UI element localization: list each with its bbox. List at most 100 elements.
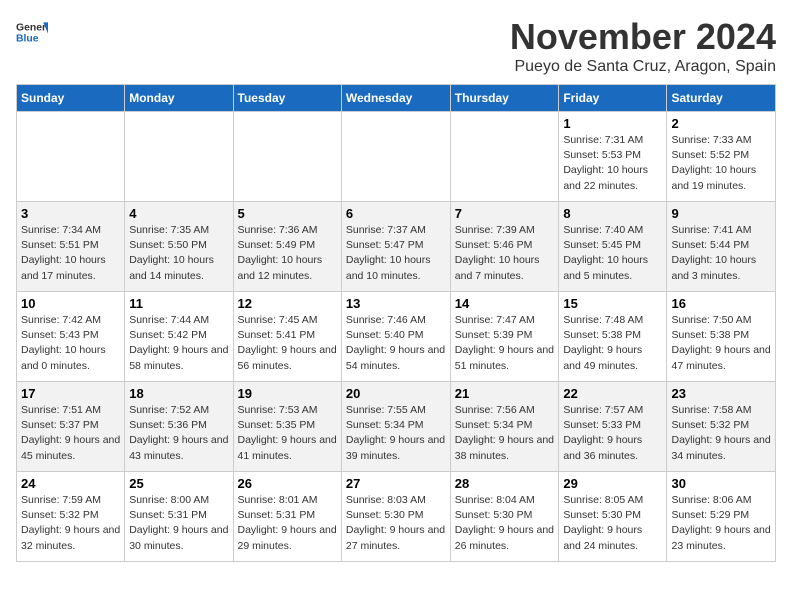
day-number: 11 xyxy=(129,296,228,311)
day-number: 30 xyxy=(671,476,771,491)
cell-3-7: 16 Sunrise: 7:50 AM Sunset: 5:38 PM Dayli… xyxy=(667,292,776,382)
cell-detail: Sunrise: 8:04 AM Sunset: 5:30 PM Dayligh… xyxy=(455,493,555,554)
cell-1-5 xyxy=(450,112,559,202)
cell-3-3: 12 Sunrise: 7:45 AM Sunset: 5:41 PM Dayli… xyxy=(233,292,341,382)
cell-5-5: 28 Sunrise: 8:04 AM Sunset: 5:30 PM Dayli… xyxy=(450,472,559,562)
cell-2-5: 7 Sunrise: 7:39 AM Sunset: 5:46 PM Daylig… xyxy=(450,202,559,292)
cell-5-7: 30 Sunrise: 8:06 AM Sunset: 5:29 PM Dayli… xyxy=(667,472,776,562)
cell-4-4: 20Sunrise: 7:55 AM Sunset: 5:34 PM Dayli… xyxy=(341,382,450,472)
cell-detail: Sunrise: 7:50 AM Sunset: 5:38 PM Dayligh… xyxy=(671,313,771,374)
day-number: 1 xyxy=(563,116,662,131)
cell-5-3: 26 Sunrise: 8:01 AM Sunset: 5:31 PM Dayli… xyxy=(233,472,341,562)
cell-2-3: 5 Sunrise: 7:36 AM Sunset: 5:49 PM Daylig… xyxy=(233,202,341,292)
col-header-wednesday: Wednesday xyxy=(341,85,450,112)
day-number: 5 xyxy=(238,206,337,221)
cell-detail: Sunrise: 7:34 AM Sunset: 5:51 PM Dayligh… xyxy=(21,223,120,284)
cell-1-3 xyxy=(233,112,341,202)
cell-4-7: 23 Sunrise: 7:58 AM Sunset: 5:32 PM Dayli… xyxy=(667,382,776,472)
location-title: Pueyo de Santa Cruz, Aragon, Spain xyxy=(510,58,776,76)
cell-detail: Sunrise: 7:53 AM Sunset: 5:35 PM Dayligh… xyxy=(238,403,337,464)
cell-3-1: 10Sunrise: 7:42 AM Sunset: 5:43 PM Dayli… xyxy=(17,292,125,382)
day-number: 17 xyxy=(21,386,120,401)
cell-detail: Sunrise: 7:37 AM Sunset: 5:47 PM Dayligh… xyxy=(346,223,446,284)
logo: General Blue xyxy=(16,16,48,48)
day-number: 20 xyxy=(346,386,446,401)
day-number: 10 xyxy=(21,296,120,311)
cell-detail: Sunrise: 7:57 AM Sunset: 5:33 PM Dayligh… xyxy=(563,403,662,464)
cell-detail: Sunrise: 7:39 AM Sunset: 5:46 PM Dayligh… xyxy=(455,223,555,284)
cell-3-5: 14 Sunrise: 7:47 AM Sunset: 5:39 PM Dayli… xyxy=(450,292,559,382)
cell-1-2 xyxy=(125,112,233,202)
cell-4-6: 22 Sunrise: 7:57 AM Sunset: 5:33 PM Dayli… xyxy=(559,382,667,472)
day-number: 4 xyxy=(129,206,228,221)
cell-detail: Sunrise: 7:45 AM Sunset: 5:41 PM Dayligh… xyxy=(238,313,337,374)
week-row-2: 10Sunrise: 7:42 AM Sunset: 5:43 PM Dayli… xyxy=(17,292,776,382)
cell-detail: Sunrise: 8:06 AM Sunset: 5:29 PM Dayligh… xyxy=(671,493,771,554)
cell-detail: Sunrise: 7:46 AM Sunset: 5:40 PM Dayligh… xyxy=(346,313,446,374)
cell-detail: Sunrise: 7:33 AM Sunset: 5:52 PM Dayligh… xyxy=(671,133,771,194)
cell-3-6: 15Sunrise: 7:48 AM Sunset: 5:38 PM Dayli… xyxy=(559,292,667,382)
cell-detail: Sunrise: 7:36 AM Sunset: 5:49 PM Dayligh… xyxy=(238,223,337,284)
cell-5-2: 25Sunrise: 8:00 AM Sunset: 5:31 PM Dayli… xyxy=(125,472,233,562)
day-number: 22 xyxy=(563,386,662,401)
cell-1-7: 2 Sunrise: 7:33 AM Sunset: 5:52 PM Daylig… xyxy=(667,112,776,202)
cell-2-2: 4 Sunrise: 7:35 AM Sunset: 5:50 PM Daylig… xyxy=(125,202,233,292)
cell-detail: Sunrise: 7:52 AM Sunset: 5:36 PM Dayligh… xyxy=(129,403,228,464)
day-number: 8 xyxy=(563,206,662,221)
day-number: 19 xyxy=(238,386,337,401)
cell-1-6: 1 Sunrise: 7:31 AM Sunset: 5:53 PM Daylig… xyxy=(559,112,667,202)
header: General Blue November 2024 Pueyo de Sant… xyxy=(16,16,776,76)
cell-4-3: 19 Sunrise: 7:53 AM Sunset: 5:35 PM Dayli… xyxy=(233,382,341,472)
cell-5-1: 24Sunrise: 7:59 AM Sunset: 5:32 PM Dayli… xyxy=(17,472,125,562)
cell-2-1: 3 Sunrise: 7:34 AM Sunset: 5:51 PM Daylig… xyxy=(17,202,125,292)
cell-detail: Sunrise: 7:47 AM Sunset: 5:39 PM Dayligh… xyxy=(455,313,555,374)
day-number: 23 xyxy=(671,386,771,401)
day-number: 16 xyxy=(671,296,771,311)
cell-detail: Sunrise: 7:58 AM Sunset: 5:32 PM Dayligh… xyxy=(671,403,771,464)
day-number: 28 xyxy=(455,476,555,491)
col-header-saturday: Saturday xyxy=(667,85,776,112)
cell-detail: Sunrise: 8:01 AM Sunset: 5:31 PM Dayligh… xyxy=(238,493,337,554)
day-number: 27 xyxy=(346,476,446,491)
day-number: 14 xyxy=(455,296,555,311)
svg-text:Blue: Blue xyxy=(16,34,39,45)
cell-detail: Sunrise: 8:05 AM Sunset: 5:30 PM Dayligh… xyxy=(563,493,662,554)
cell-detail: Sunrise: 7:56 AM Sunset: 5:34 PM Dayligh… xyxy=(455,403,555,464)
month-title: November 2024 xyxy=(510,16,776,58)
logo-icon: General Blue xyxy=(16,16,48,48)
day-number: 2 xyxy=(671,116,771,131)
cell-1-1 xyxy=(17,112,125,202)
header-row: SundayMondayTuesdayWednesdayThursdayFrid… xyxy=(17,85,776,112)
cell-4-1: 17 Sunrise: 7:51 AM Sunset: 5:37 PM Dayli… xyxy=(17,382,125,472)
cell-detail: Sunrise: 7:31 AM Sunset: 5:53 PM Dayligh… xyxy=(563,133,662,194)
col-header-thursday: Thursday xyxy=(450,85,559,112)
cell-detail: Sunrise: 8:03 AM Sunset: 5:30 PM Dayligh… xyxy=(346,493,446,554)
cell-detail: Sunrise: 7:40 AM Sunset: 5:45 PM Dayligh… xyxy=(563,223,662,284)
cell-detail: Sunrise: 7:35 AM Sunset: 5:50 PM Dayligh… xyxy=(129,223,228,284)
cell-5-4: 27 Sunrise: 8:03 AM Sunset: 5:30 PM Dayli… xyxy=(341,472,450,562)
cell-2-7: 9Sunrise: 7:41 AM Sunset: 5:44 PM Daylig… xyxy=(667,202,776,292)
calendar-table: SundayMondayTuesdayWednesdayThursdayFrid… xyxy=(16,84,776,562)
day-number: 7 xyxy=(455,206,555,221)
col-header-tuesday: Tuesday xyxy=(233,85,341,112)
cell-3-4: 13Sunrise: 7:46 AM Sunset: 5:40 PM Dayli… xyxy=(341,292,450,382)
day-number: 25 xyxy=(129,476,228,491)
col-header-friday: Friday xyxy=(559,85,667,112)
day-number: 18 xyxy=(129,386,228,401)
day-number: 26 xyxy=(238,476,337,491)
day-number: 3 xyxy=(21,206,120,221)
cell-2-4: 6Sunrise: 7:37 AM Sunset: 5:47 PM Daylig… xyxy=(341,202,450,292)
cell-4-2: 18 Sunrise: 7:52 AM Sunset: 5:36 PM Dayli… xyxy=(125,382,233,472)
day-number: 21 xyxy=(455,386,555,401)
week-row-3: 17 Sunrise: 7:51 AM Sunset: 5:37 PM Dayli… xyxy=(17,382,776,472)
day-number: 12 xyxy=(238,296,337,311)
week-row-0: 1 Sunrise: 7:31 AM Sunset: 5:53 PM Daylig… xyxy=(17,112,776,202)
title-area: November 2024 Pueyo de Santa Cruz, Arago… xyxy=(510,16,776,76)
cell-1-4 xyxy=(341,112,450,202)
cell-4-5: 21 Sunrise: 7:56 AM Sunset: 5:34 PM Dayli… xyxy=(450,382,559,472)
cell-detail: Sunrise: 7:59 AM Sunset: 5:32 PM Dayligh… xyxy=(21,493,120,554)
cell-detail: Sunrise: 7:44 AM Sunset: 5:42 PM Dayligh… xyxy=(129,313,228,374)
cell-detail: Sunrise: 7:41 AM Sunset: 5:44 PM Dayligh… xyxy=(671,223,771,284)
cell-detail: Sunrise: 7:51 AM Sunset: 5:37 PM Dayligh… xyxy=(21,403,120,464)
week-row-4: 24Sunrise: 7:59 AM Sunset: 5:32 PM Dayli… xyxy=(17,472,776,562)
